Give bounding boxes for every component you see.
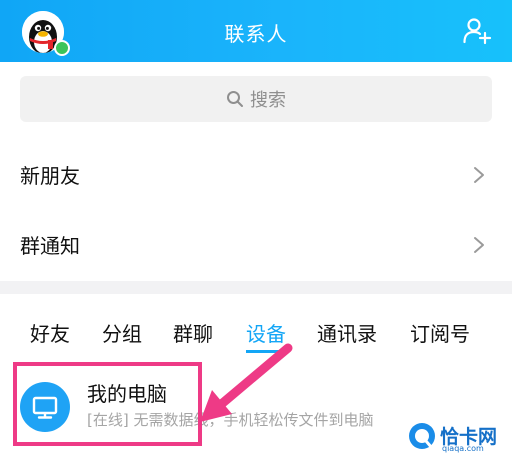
chevron-right-icon (474, 167, 484, 183)
header-bar: 联系人 (0, 0, 512, 62)
search-input[interactable]: 搜索 (20, 76, 492, 122)
new-friends-row[interactable]: 新朋友 (0, 140, 512, 210)
watermark: 恰卡网 qiaqa.com (400, 420, 510, 454)
search-icon (227, 91, 243, 107)
group-notice-row[interactable]: 群通知 (0, 210, 512, 280)
tab-address-book[interactable]: 通讯录 (317, 318, 377, 347)
tab-subscriptions[interactable]: 订阅号 (410, 318, 470, 347)
search-placeholder: 搜索 (250, 90, 286, 111)
annotation-arrow-icon (200, 343, 293, 422)
page-title: 联系人 (224, 22, 288, 46)
add-contact-icon[interactable] (462, 16, 492, 46)
new-friends-label: 新朋友 (20, 164, 80, 188)
highlight-box (13, 362, 202, 446)
search-section: 搜索 (0, 62, 512, 140)
watermark-subtext: qiaqa.com (442, 444, 484, 453)
tab-groups[interactable]: 分组 (102, 318, 142, 347)
tab-friends[interactable]: 好友 (30, 318, 70, 347)
section-divider (0, 281, 512, 294)
chevron-right-icon (474, 237, 484, 253)
group-notice-label: 群通知 (20, 234, 80, 258)
